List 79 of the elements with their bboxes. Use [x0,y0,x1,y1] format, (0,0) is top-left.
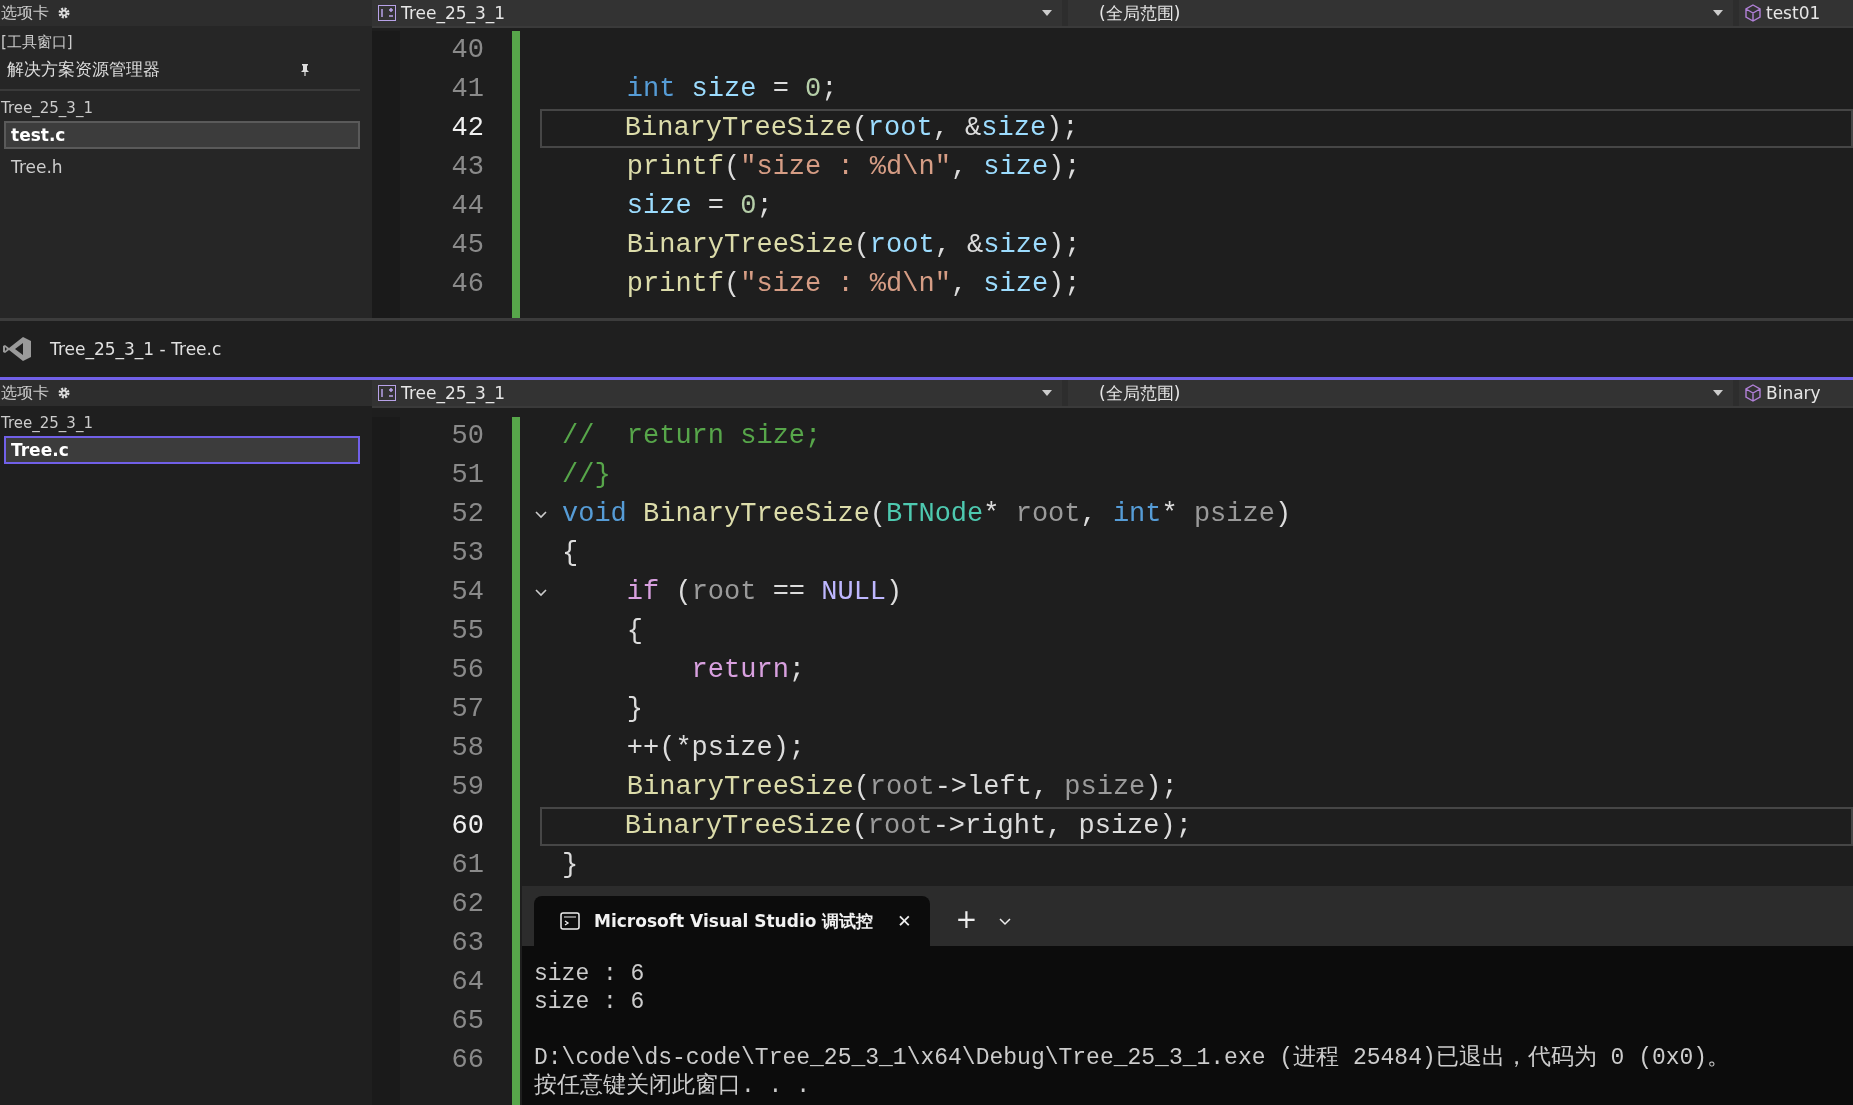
cube-icon [1745,384,1761,402]
project-dropdown[interactable]: Tree_25_3_1 [372,0,1062,26]
caret-icon [1042,10,1052,16]
line-number: 53 [450,537,484,570]
code-line: { [561,537,580,570]
line-number: 52 [450,498,484,531]
line-number: 45 [450,229,484,262]
code-line: // return size; [561,420,823,453]
line-number: 62 [450,888,484,921]
code-line: } [561,849,580,882]
member-dropdown[interactable]: test01 [1739,0,1853,26]
new-tab-button[interactable]: + [955,904,978,934]
project-label: Tree_25_3_1 [0,98,94,119]
line-number: 66 [450,1044,484,1077]
project-icon [378,385,396,401]
code-line: BinaryTreeSize(root, &size); [625,229,1082,262]
code-line: int size = 0; [625,73,839,106]
collapse-icon[interactable] [535,588,547,597]
line-number: 63 [450,927,484,960]
line-number: 44 [450,190,484,223]
line-number: 55 [450,615,484,648]
project-icon [378,5,396,21]
line-number: 46 [450,268,484,301]
code-line: return; [690,654,807,687]
line-number: 54 [450,576,484,609]
code-line: void BinaryTreeSize(BTNode* root, int* psize) [561,498,1293,531]
chevron-icon[interactable] [999,918,1012,926]
collapse-icon[interactable] [535,510,547,519]
cube-icon [1745,4,1761,22]
sidebar-title: 选项卡 [1,2,49,24]
console-output: 按任意键关闭此窗口. . . [534,1073,810,1099]
console-icon [560,912,580,930]
pin-icon[interactable] [300,63,310,76]
line-number: 61 [450,849,484,882]
line-number: 43 [450,151,484,184]
caret-icon [1713,10,1723,16]
file-tab[interactable]: test.c [4,121,360,149]
group-label: [工具窗口] [0,32,74,53]
code-line: printf("size : %d\n", size); [625,151,1082,184]
file-tab[interactable]: Tree.c [4,436,360,464]
close-button[interactable]: ✕ [897,911,912,931]
line-number: 56 [450,654,484,687]
line-number: 57 [450,693,484,726]
scope-dropdown[interactable]: (全局范围) [1068,0,1733,26]
logo-icon [2,336,32,362]
scope-dropdown[interactable]: (全局范围) [1068,380,1733,406]
settings-icon[interactable] [57,386,71,400]
line-number: 51 [450,459,484,492]
line-number: 59 [450,771,484,804]
code-line: printf("size : %d\n", size); [625,268,1082,301]
console-tab[interactable]: Microsoft Visual Studio 调试控 ✕ [534,896,930,946]
line-number: 41 [450,73,484,106]
code-line: //} [561,459,612,492]
code-line: } [625,693,644,726]
window-title: Tree_25_3_1 - Tree.c [50,339,222,359]
line-number: 58 [450,732,484,765]
line-number: 50 [450,420,484,453]
code-line: size = 0; [625,190,774,223]
line-number: 42 [450,112,484,145]
caret-icon [1042,390,1052,396]
console-output: size : 6 [534,989,645,1015]
line-number: 60 [450,810,484,843]
line-number: 64 [450,966,484,999]
line-number: 40 [450,34,484,67]
member-dropdown[interactable]: Binary [1739,380,1853,406]
settings-icon[interactable] [57,6,71,20]
code-line: if (root == NULL) [625,576,904,609]
file-tab[interactable]: Tree.h [4,153,360,181]
sidebar-title: 选项卡 [1,382,49,404]
code-line: ++(*psize); [625,732,807,765]
code-line: BinaryTreeSize(root->left, psize); [625,771,1179,804]
line-number: 65 [450,1005,484,1038]
panel-title: 解决方案资源管理器 [7,58,160,81]
caret-icon [1713,390,1723,396]
project-label: Tree_25_3_1 [0,413,94,434]
code-line: { [625,615,644,648]
console-output: size : 6 [534,961,645,987]
console-output: D:\code\ds-code\Tree_25_3_1\x64\Debug\Tree_25_3_1.exe (进程 25484)已退出，代码为 0 (0x0)。 [534,1045,1731,1071]
project-dropdown[interactable]: Tree_25_3_1 [372,380,1062,406]
